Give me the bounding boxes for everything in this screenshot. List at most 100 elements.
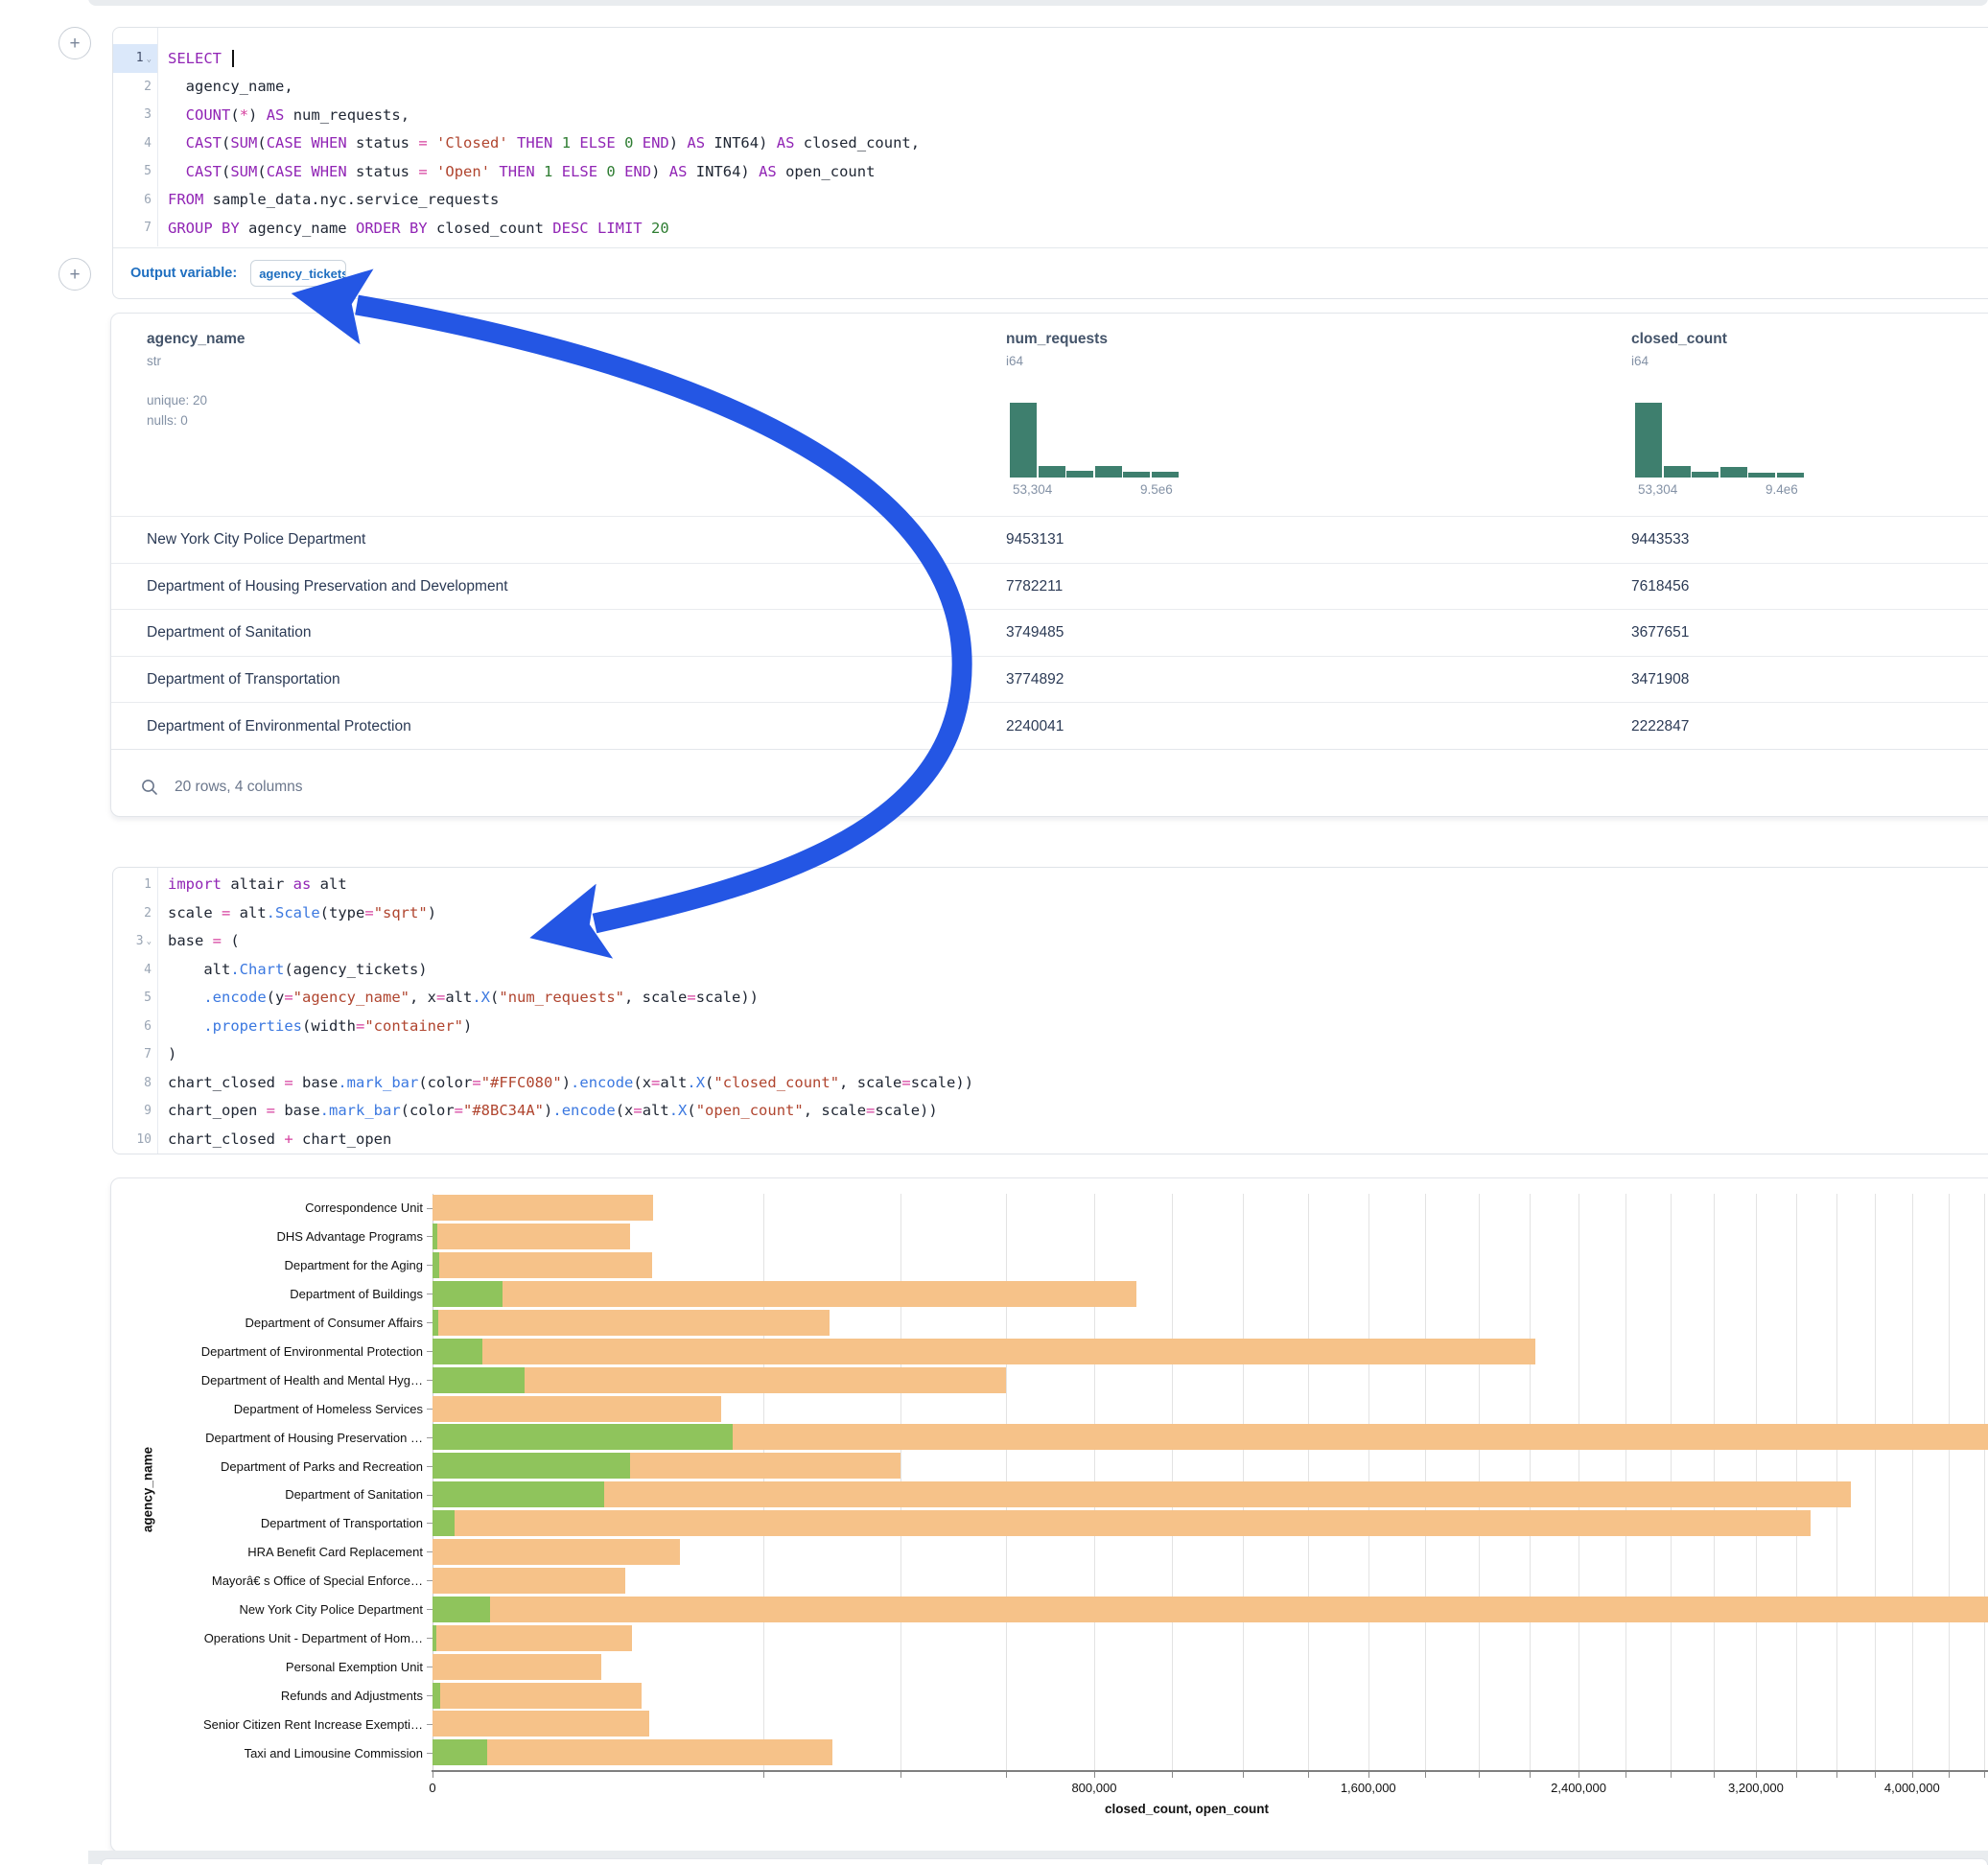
y-axis-title: agency_name: [141, 1432, 155, 1547]
code-line[interactable]: 2scale = alt.Scale(type="sqrt"): [113, 899, 1988, 928]
chart-bar-closed: [433, 1739, 832, 1765]
y-axis-tick: [427, 1580, 433, 1581]
search-icon[interactable]: [140, 778, 159, 797]
table-row[interactable]: Department of Housing Preservation and D…: [111, 563, 1988, 611]
python-cell[interactable]: 1import altair as alt2scale = alt.Scale(…: [112, 867, 1988, 1154]
chart-gridline: [1984, 1194, 1985, 1770]
code-line[interactable]: 2 agency_name,: [113, 73, 1988, 102]
y-axis-tick: [427, 1466, 433, 1467]
y-axis-tick: [427, 1724, 433, 1725]
y-axis-label: HRA Benefit Card Replacement: [111, 1538, 423, 1567]
code-line[interactable]: 6 .properties(width="container"): [113, 1013, 1988, 1041]
x-axis-minor-tick: [900, 1772, 901, 1778]
cell-agency_name: Department of Sanitation: [147, 624, 311, 641]
code-line-text: chart_closed = base.mark_bar(color="#FFC…: [157, 1069, 973, 1097]
python-code-editor[interactable]: 1import altair as alt2scale = alt.Scale(…: [113, 868, 1988, 1154]
line-number: 10: [113, 1126, 157, 1154]
table-row[interactable]: Department of Environmental Protection22…: [111, 702, 1988, 750]
fold-caret-icon[interactable]: ⌄: [147, 928, 152, 956]
column-histogram[interactable]: [1010, 403, 1180, 478]
fold-caret-icon[interactable]: ⌄: [147, 55, 152, 64]
table-row[interactable]: Department of Sanitation37494853677651: [111, 609, 1988, 657]
sql-code-editor[interactable]: 1⌄SELECT 2 agency_name,3 COUNT(*) AS num…: [113, 28, 1988, 243]
code-line-text: .properties(width="container"): [157, 1013, 472, 1040]
chart-bar-closed: [433, 1654, 601, 1680]
y-axis-label: Department of Transportation: [111, 1509, 423, 1538]
chart-bar-open: [433, 1424, 733, 1450]
code-line[interactable]: 10chart_closed + chart_open: [113, 1126, 1988, 1154]
code-line-text: chart_closed + chart_open: [157, 1126, 391, 1154]
histogram-bar: [1748, 473, 1775, 478]
x-axis-minor-tick: [1172, 1772, 1173, 1778]
x-axis-tick-label: 3,200,000: [1728, 1781, 1784, 1795]
x-axis-minor-tick: [1368, 1772, 1369, 1778]
code-line-text: agency_name,: [157, 78, 293, 95]
code-line[interactable]: 8chart_closed = base.mark_bar(color="#FF…: [113, 1069, 1988, 1098]
code-line[interactable]: 5 CAST(SUM(CASE WHEN status = 'Open' THE…: [113, 157, 1988, 186]
add-block-button-top[interactable]: +: [58, 27, 91, 59]
chart-bar-open: [433, 1683, 440, 1709]
code-line-text: scale = alt.Scale(type="sqrt"): [157, 899, 436, 927]
cell-num_requests: 9453131: [1006, 531, 1064, 548]
output-variable-pill[interactable]: agency_tickets: [250, 260, 346, 287]
previous-cell-edge: [88, 0, 1988, 6]
y-axis-label: Personal Exemption Unit: [111, 1652, 423, 1681]
line-number: 5: [113, 984, 157, 1013]
code-line[interactable]: 6FROM sample_data.nyc.service_requests: [113, 186, 1988, 215]
add-block-button-below-sql[interactable]: +: [58, 258, 91, 291]
histogram-bar: [1720, 467, 1747, 478]
y-axis-label: Department of Consumer Affairs: [111, 1309, 423, 1338]
chart-bar-open: [433, 1281, 503, 1307]
y-axis-tick: [427, 1609, 433, 1610]
histogram-bar: [1066, 471, 1093, 478]
code-line[interactable]: 1import altair as alt: [113, 871, 1988, 899]
line-number: 7: [113, 1040, 157, 1069]
code-line[interactable]: 9chart_open = base.mark_bar(color="#8BC3…: [113, 1097, 1988, 1126]
y-axis-tick: [427, 1695, 433, 1696]
line-number: 8: [113, 1069, 157, 1098]
y-axis-label: Department of Sanitation: [111, 1480, 423, 1509]
code-line-text: chart_open = base.mark_bar(color="#8BC34…: [157, 1097, 938, 1125]
code-line[interactable]: 3 COUNT(*) AS num_requests,: [113, 101, 1988, 129]
code-line-text: ): [157, 1040, 176, 1068]
x-axis-tick-label: 2,400,000: [1551, 1781, 1606, 1795]
code-line[interactable]: 7): [113, 1040, 1988, 1069]
chart-gridline: [1912, 1194, 1913, 1770]
code-line-text: .encode(y="agency_name", x=alt.X("num_re…: [157, 984, 759, 1012]
table-bottom-border: [111, 749, 1988, 750]
code-line[interactable]: 1⌄SELECT: [113, 44, 1988, 73]
dataframe-card: agency_namestrunique: 20nulls: 0num_requ…: [110, 313, 1988, 817]
y-axis-tick: [427, 1208, 433, 1209]
line-number: 9: [113, 1097, 157, 1126]
x-axis-tick-label: 4,000,000: [1884, 1781, 1940, 1795]
text-cursor: [232, 50, 234, 67]
x-axis-minor-tick: [1671, 1772, 1672, 1778]
chart-gridline: [1949, 1194, 1950, 1770]
y-axis-label: Mayorâ€ s Office of Special Enforce…: [111, 1567, 423, 1596]
y-axis-tick: [427, 1236, 433, 1237]
x-axis-minor-tick: [1836, 1772, 1837, 1778]
x-axis-minor-tick: [1530, 1772, 1531, 1778]
code-line[interactable]: 4 alt.Chart(agency_tickets): [113, 956, 1988, 985]
code-line[interactable]: 7GROUP BY agency_name ORDER BY closed_co…: [113, 214, 1988, 243]
table-row[interactable]: Department of Transportation377489234719…: [111, 656, 1988, 704]
column-header-num_requests[interactable]: num_requests: [1006, 331, 1108, 348]
sql-cell[interactable]: 1⌄SELECT 2 agency_name,3 COUNT(*) AS num…: [112, 27, 1988, 299]
histogram-bar: [1123, 472, 1150, 478]
code-line[interactable]: 4 CAST(SUM(CASE WHEN status = 'Closed' T…: [113, 129, 1988, 158]
table-row[interactable]: New York City Police Department945313194…: [111, 516, 1988, 564]
code-line[interactable]: 3⌄base = (: [113, 927, 1988, 956]
column-header-closed_count[interactable]: closed_count: [1631, 331, 1727, 348]
cell-agency_name: Department of Housing Preservation and D…: [147, 578, 508, 595]
line-number: 1: [113, 871, 157, 899]
chart-bar-open: [433, 1367, 525, 1393]
y-axis-tick: [427, 1437, 433, 1438]
column-header-agency_name[interactable]: agency_name: [147, 331, 246, 348]
code-line[interactable]: 5 .encode(y="agency_name", x=alt.X("num_…: [113, 984, 1988, 1013]
chart-bar-open: [433, 1625, 436, 1651]
y-axis-label: Department of Buildings: [111, 1280, 423, 1309]
chart-bar-open: [433, 1481, 604, 1507]
column-histogram[interactable]: [1635, 403, 1805, 478]
x-axis-minor-tick: [1425, 1772, 1426, 1778]
chart-card: Correspondence UnitDHS Advantage Program…: [110, 1177, 1988, 1853]
